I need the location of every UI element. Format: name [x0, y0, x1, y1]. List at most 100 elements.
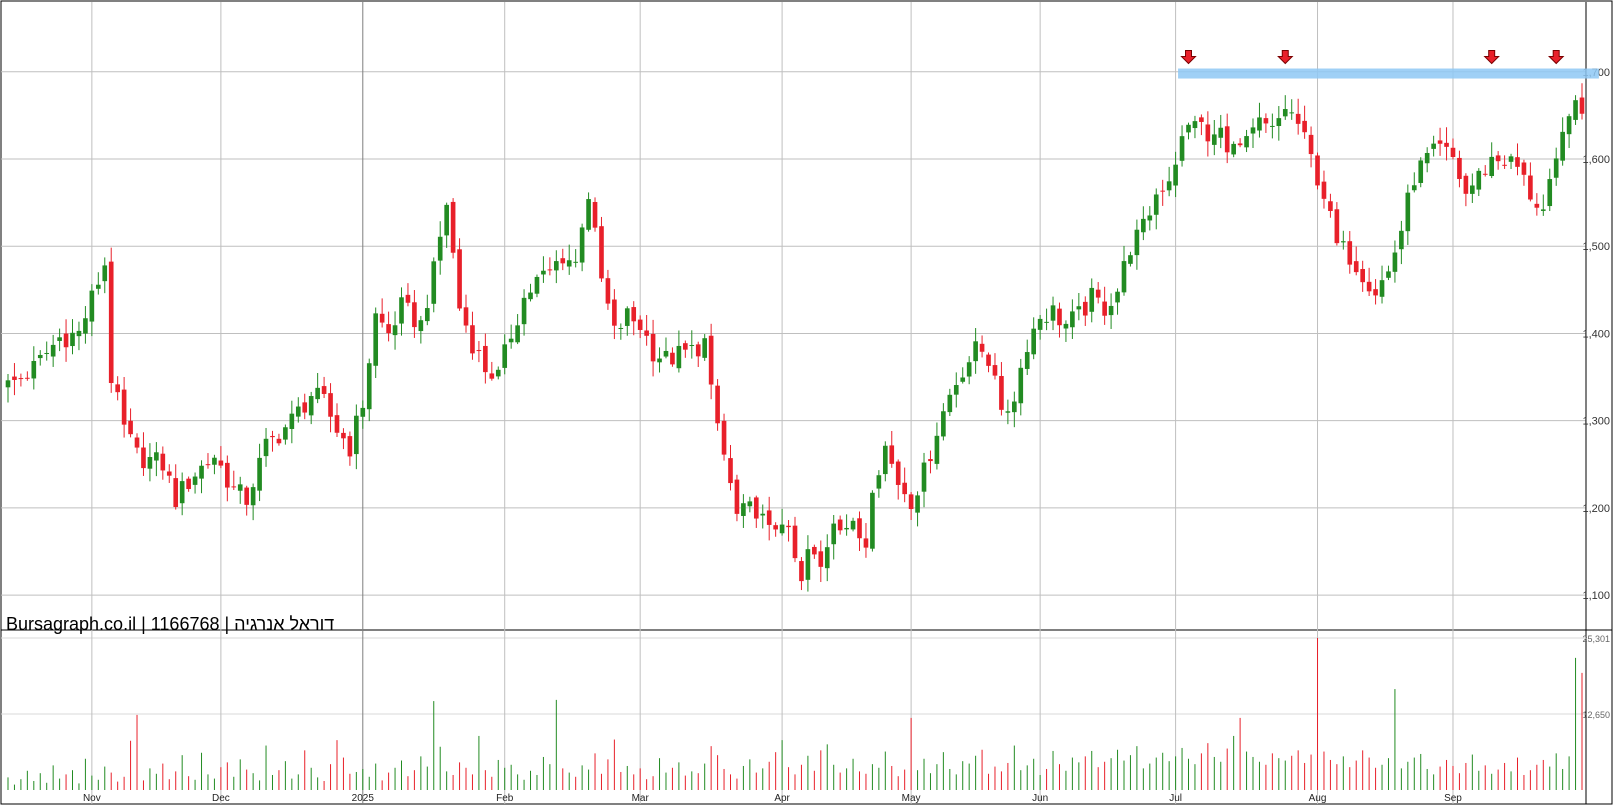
candle-body	[379, 313, 385, 323]
candle-body	[328, 393, 333, 417]
candle-body	[289, 413, 295, 429]
candle-body	[560, 258, 566, 264]
candle-body	[1308, 134, 1314, 155]
candle-body	[863, 538, 869, 548]
candle-body	[270, 435, 275, 438]
candle-body	[102, 265, 108, 282]
down-arrow-shape	[1180, 50, 1197, 65]
candle-body	[579, 227, 585, 263]
candle-body	[773, 525, 778, 530]
candle-body	[650, 333, 656, 362]
candle-body	[354, 415, 359, 455]
grid	[0, 0, 1613, 805]
candle-body	[1321, 181, 1327, 199]
watermark-title: Bursagraph.co.il | 1166768 | דוראל אנרגי…	[6, 614, 334, 634]
candle-body	[334, 415, 340, 433]
candle-body	[870, 492, 875, 549]
candle-body	[1418, 160, 1424, 183]
candle-body	[689, 345, 695, 347]
candle-body	[470, 325, 475, 354]
candle-body	[1147, 215, 1153, 221]
candle-body	[663, 350, 669, 357]
candle-body	[1515, 157, 1520, 167]
candle-body	[108, 261, 114, 384]
candle-body	[1289, 112, 1295, 114]
candle-body	[1579, 97, 1585, 114]
candle-body	[1379, 280, 1385, 297]
candle-body	[747, 501, 753, 507]
candle-body	[1489, 156, 1495, 177]
candle-body	[321, 386, 327, 394]
candle-body	[263, 438, 269, 457]
candle-body	[360, 407, 366, 417]
down-arrow-shape	[1547, 50, 1565, 65]
candle-body	[553, 261, 559, 271]
candle-body	[973, 341, 978, 362]
month-label: Mar	[632, 793, 650, 804]
candle-body	[1050, 305, 1056, 321]
candle-body	[992, 365, 998, 376]
candle-body	[1121, 261, 1127, 293]
candle-body	[250, 487, 256, 506]
candle-body	[121, 389, 127, 425]
candle-body	[960, 377, 966, 382]
candle-body	[1224, 126, 1230, 153]
candle-body	[1270, 125, 1275, 127]
candle-body	[1366, 281, 1372, 292]
candle-body	[160, 453, 166, 471]
candle-body	[1218, 127, 1224, 138]
candle-body	[979, 343, 985, 352]
candle-body	[1024, 352, 1030, 369]
candle-body	[295, 406, 301, 417]
candle-body	[31, 360, 37, 379]
candle-body	[1347, 241, 1353, 265]
candle-body	[721, 420, 727, 455]
price-tick-label: 1,500	[1582, 241, 1610, 253]
candle-body	[179, 481, 185, 504]
candle-body	[547, 269, 553, 271]
candle-body	[902, 482, 907, 495]
candle-body	[1450, 147, 1456, 158]
candle-body	[1089, 287, 1095, 312]
candle-body	[457, 249, 462, 309]
candle-body	[1192, 121, 1198, 129]
candle-body	[276, 438, 282, 444]
candle-body	[463, 307, 469, 326]
month-label: 2025	[352, 793, 375, 804]
month-axis: Nov Dec 2025 Feb Mar Apr May Jun Jul Aug Sep	[83, 2, 1462, 804]
down-arrow-shape	[1277, 50, 1294, 65]
candle-body	[644, 330, 649, 336]
candle-body	[283, 427, 288, 440]
candle-body	[728, 458, 733, 484]
candle-body	[1057, 308, 1062, 326]
candle-body	[734, 479, 740, 514]
candle-body	[412, 302, 417, 328]
candle-body	[308, 396, 314, 416]
candle-body	[586, 199, 591, 230]
candle-body	[95, 284, 101, 289]
candle-body	[541, 270, 546, 275]
down-arrow-shape	[1483, 50, 1500, 65]
candle-body	[399, 297, 404, 324]
candle-body	[386, 324, 391, 334]
candle-body	[637, 319, 643, 330]
candle-body	[302, 402, 308, 413]
candle-body	[1508, 156, 1514, 162]
candle-body	[612, 299, 617, 326]
candle-body	[173, 478, 179, 507]
candle-body	[824, 547, 830, 569]
candle-body	[1108, 305, 1114, 316]
candle-body	[1470, 185, 1475, 194]
candle-body	[741, 503, 746, 516]
volume-tick-label: 25,301	[1582, 634, 1610, 644]
candle-body	[1012, 401, 1017, 413]
candle-body	[1328, 201, 1333, 211]
candle-body	[437, 236, 443, 261]
candle-body	[141, 447, 146, 469]
candle-body	[941, 411, 946, 437]
candle-body	[1392, 252, 1398, 272]
candle-body	[766, 510, 772, 525]
candle-body	[1153, 194, 1159, 215]
down-arrow-icon	[1180, 50, 1197, 65]
candle-body	[779, 524, 785, 534]
